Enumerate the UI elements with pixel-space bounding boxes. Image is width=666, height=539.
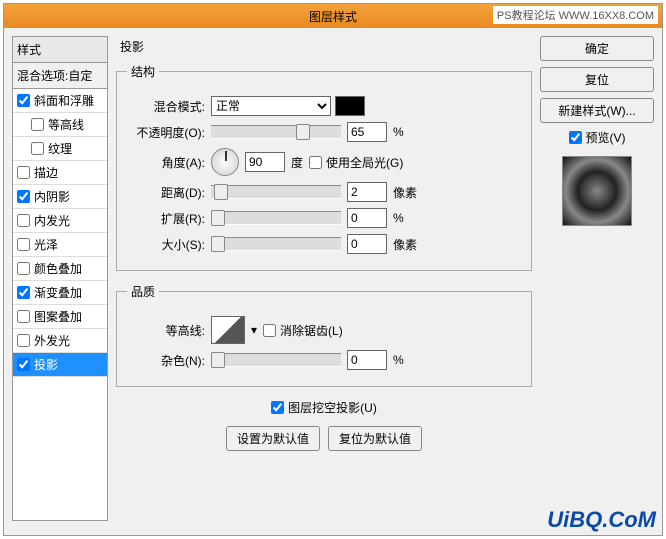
angle-unit: 度 <box>291 154 303 171</box>
structure-group: 结构 混合模式: 正常 不透明度(O): % 角度(A): <box>116 63 532 271</box>
size-label: 大小(S): <box>127 236 205 253</box>
set-default-button[interactable]: 设置为默认值 <box>226 426 320 451</box>
opacity-label: 不透明度(O): <box>127 124 205 141</box>
style-item-checkbox[interactable] <box>17 238 30 251</box>
titlebar: 图层样式 PS教程论坛 WWW.16XX8.COM <box>4 4 662 28</box>
style-item-label: 颜色叠加 <box>34 260 82 277</box>
noise-label: 杂色(N): <box>127 352 205 369</box>
pct-unit: % <box>393 125 421 139</box>
style-item-checkbox[interactable] <box>17 262 30 275</box>
style-item-label: 投影 <box>34 356 58 373</box>
style-item-checkbox[interactable] <box>17 358 30 371</box>
reset-default-button[interactable]: 复位为默认值 <box>328 426 422 451</box>
style-item-label: 渐变叠加 <box>34 284 82 301</box>
preview-label: 预览(V) <box>586 129 626 146</box>
spread-slider[interactable] <box>211 211 341 225</box>
styles-list: 斜面和浮雕等高线纹理描边内阴影内发光光泽颜色叠加渐变叠加图案叠加外发光投影 <box>12 89 108 521</box>
spread-label: 扩展(R): <box>127 210 205 227</box>
knockout-label: 图层挖空投影(U) <box>288 399 377 416</box>
dialog-title: 图层样式 <box>309 8 357 25</box>
styles-column: 样式 混合选项:自定 斜面和浮雕等高线纹理描边内阴影内发光光泽颜色叠加渐变叠加图… <box>12 36 108 527</box>
preview-checkbox[interactable] <box>569 131 582 144</box>
knockout-checkbox[interactable] <box>271 401 284 414</box>
angle-input[interactable] <box>245 152 285 172</box>
blend-mode-label: 混合模式: <box>127 98 205 115</box>
style-item-checkbox[interactable] <box>17 310 30 323</box>
style-item-0[interactable]: 斜面和浮雕 <box>13 89 107 113</box>
style-item-label: 内阴影 <box>34 188 70 205</box>
blend-mode-select[interactable]: 正常 <box>211 96 331 116</box>
style-item-checkbox[interactable] <box>17 94 30 107</box>
style-item-1[interactable]: 等高线 <box>13 113 107 137</box>
spread-input[interactable] <box>347 208 387 228</box>
shadow-color-swatch[interactable] <box>335 96 365 116</box>
pct-unit3: % <box>393 353 421 367</box>
style-item-checkbox[interactable] <box>17 286 30 299</box>
size-input[interactable] <box>347 234 387 254</box>
style-item-checkbox[interactable] <box>17 214 30 227</box>
style-item-10[interactable]: 外发光 <box>13 329 107 353</box>
distance-label: 距离(D): <box>127 184 205 201</box>
cancel-button[interactable]: 复位 <box>540 67 654 92</box>
noise-input[interactable] <box>347 350 387 370</box>
style-item-label: 图案叠加 <box>34 308 82 325</box>
contour-label: 等高线: <box>127 322 205 339</box>
layer-style-dialog: 图层样式 PS教程论坛 WWW.16XX8.COM 样式 混合选项:自定 斜面和… <box>3 3 663 536</box>
actions-column: 确定 复位 新建样式(W)... 预览(V) <box>540 36 654 527</box>
angle-dial[interactable] <box>211 148 239 176</box>
distance-slider[interactable] <box>211 185 341 199</box>
opacity-input[interactable] <box>347 122 387 142</box>
style-item-label: 内发光 <box>34 212 70 229</box>
style-item-7[interactable]: 颜色叠加 <box>13 257 107 281</box>
style-item-3[interactable]: 描边 <box>13 161 107 185</box>
style-item-label: 纹理 <box>48 140 72 157</box>
contour-swatch[interactable] <box>211 316 245 344</box>
style-item-checkbox[interactable] <box>31 118 44 131</box>
style-item-checkbox[interactable] <box>17 334 30 347</box>
distance-input[interactable] <box>347 182 387 202</box>
global-light-label: 使用全局光(G) <box>326 154 403 171</box>
style-item-checkbox[interactable] <box>31 142 44 155</box>
global-light-checkbox[interactable] <box>309 156 322 169</box>
chevron-down-icon[interactable]: ▾ <box>251 323 257 337</box>
new-style-button[interactable]: 新建样式(W)... <box>540 98 654 123</box>
style-item-6[interactable]: 光泽 <box>13 233 107 257</box>
style-item-checkbox[interactable] <box>17 166 30 179</box>
style-item-5[interactable]: 内发光 <box>13 209 107 233</box>
style-item-11[interactable]: 投影 <box>13 353 107 377</box>
quality-group: 品质 等高线: ▾ 消除锯齿(L) 杂色(N): % <box>116 283 532 387</box>
pct-unit2: % <box>393 211 421 225</box>
panel-title: 投影 <box>116 36 532 57</box>
quality-legend: 品质 <box>127 283 159 300</box>
styles-subheader[interactable]: 混合选项:自定 <box>12 63 108 89</box>
structure-legend: 结构 <box>127 63 159 80</box>
watermark-top: PS教程论坛 WWW.16XX8.COM <box>493 6 658 24</box>
angle-label: 角度(A): <box>127 154 205 171</box>
antialias-label: 消除锯齿(L) <box>280 322 343 339</box>
style-item-label: 外发光 <box>34 332 70 349</box>
style-item-9[interactable]: 图案叠加 <box>13 305 107 329</box>
style-item-label: 光泽 <box>34 236 58 253</box>
antialias-checkbox[interactable] <box>263 324 276 337</box>
style-item-2[interactable]: 纹理 <box>13 137 107 161</box>
style-item-label: 斜面和浮雕 <box>34 92 94 109</box>
watermark-logo: UiBQ.CoM <box>547 507 656 533</box>
style-item-label: 描边 <box>34 164 58 181</box>
style-item-4[interactable]: 内阴影 <box>13 185 107 209</box>
settings-column: 投影 结构 混合模式: 正常 不透明度(O): % 角 <box>116 36 532 527</box>
size-slider[interactable] <box>211 237 341 251</box>
preview-thumbnail <box>562 156 632 226</box>
style-item-checkbox[interactable] <box>17 190 30 203</box>
styles-header[interactable]: 样式 <box>12 36 108 63</box>
noise-slider[interactable] <box>211 353 341 367</box>
opacity-slider[interactable] <box>211 125 341 139</box>
style-item-label: 等高线 <box>48 116 84 133</box>
style-item-8[interactable]: 渐变叠加 <box>13 281 107 305</box>
px-unit2: 像素 <box>393 236 421 253</box>
px-unit: 像素 <box>393 184 421 201</box>
ok-button[interactable]: 确定 <box>540 36 654 61</box>
